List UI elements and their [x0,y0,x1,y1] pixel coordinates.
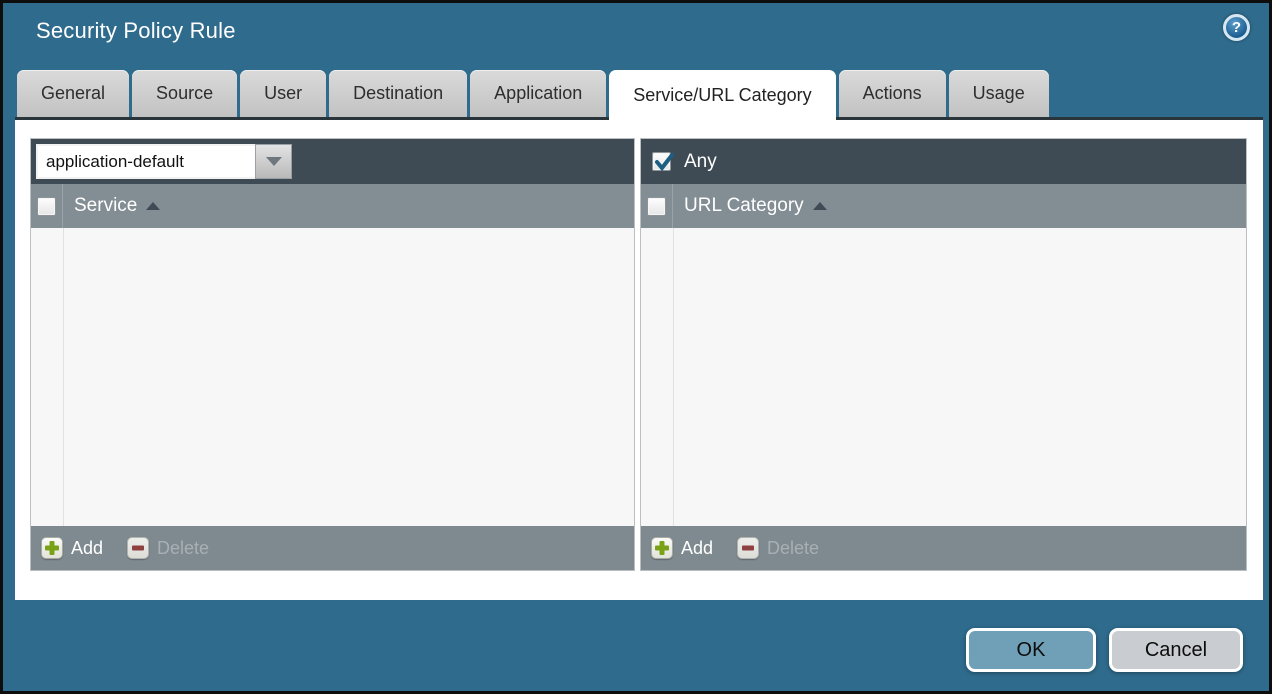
url-category-panel-footer: Add Delete [641,526,1246,570]
service-type-dropdown-value[interactable] [36,144,255,179]
tab-content: Service Add Delete [15,117,1263,600]
url-category-select-all-checkbox[interactable] [647,197,666,216]
service-panel-footer: Add Delete [31,526,634,570]
plus-icon [651,537,673,559]
tab-user[interactable]: User [240,70,326,117]
sort-ascending-icon [146,202,160,210]
plus-icon [41,537,63,559]
url-category-list-body[interactable] [641,228,1246,526]
service-panel-toolbar [31,139,634,184]
minus-icon [737,537,759,559]
tab-service-url-category[interactable]: Service/URL Category [609,70,835,120]
tab-usage[interactable]: Usage [949,70,1049,117]
url-category-delete-button[interactable]: Delete [737,537,819,559]
dialog-actions: OK Cancel [966,628,1243,672]
minus-icon [127,537,149,559]
checkmark-icon [653,151,676,174]
any-checkbox-label: Any [684,151,717,173]
tab-actions[interactable]: Actions [839,70,946,117]
url-category-panel: Any URL Category [640,138,1247,571]
tab-destination[interactable]: Destination [329,70,467,117]
cancel-button[interactable]: Cancel [1109,628,1243,672]
titlebar: Security Policy Rule ? [3,3,1269,65]
url-category-add-button[interactable]: Add [651,537,713,559]
tab-general[interactable]: General [17,70,129,117]
service-select-all-cell [31,184,63,228]
service-type-dropdown-button[interactable] [255,144,292,179]
service-add-button[interactable]: Add [41,537,103,559]
url-category-panel-toolbar: Any [641,139,1246,184]
sort-ascending-icon [813,202,827,210]
any-row: Any [646,151,717,173]
tab-bar: General Source User Destination Applicat… [17,70,1259,117]
service-type-dropdown[interactable] [36,144,292,179]
dialog-title: Security Policy Rule [36,18,236,44]
url-category-select-all-cell [641,184,673,228]
chevron-down-icon [266,157,282,166]
url-category-column-label: URL Category [684,195,827,217]
url-category-column-header[interactable]: URL Category [641,184,1246,228]
service-column-label: Service [74,195,160,217]
service-panel: Service Add Delete [30,138,635,571]
ok-button[interactable]: OK [966,628,1096,672]
service-delete-button[interactable]: Delete [127,537,209,559]
any-checkbox[interactable] [652,152,671,171]
help-icon[interactable]: ? [1223,14,1250,41]
service-column-header[interactable]: Service [31,184,634,228]
security-policy-rule-dialog: Security Policy Rule ? General Source Us… [0,0,1272,694]
service-select-all-checkbox[interactable] [37,197,56,216]
tab-application[interactable]: Application [470,70,606,117]
service-list-body[interactable] [31,228,634,526]
tab-source[interactable]: Source [132,70,237,117]
